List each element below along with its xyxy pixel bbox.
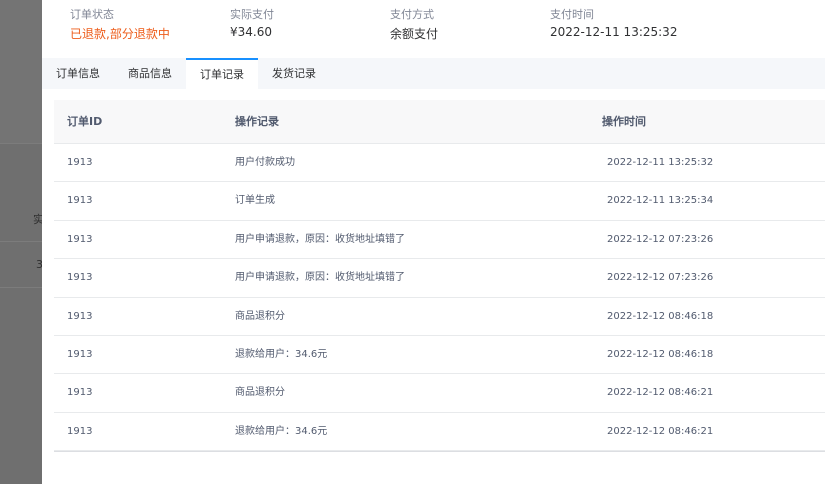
payment-method-value: 余额支付 [390, 27, 439, 41]
order-summary: 订单状态 已退款,部分退款中 实际支付 ¥34.60 支付方式 余额支付 支付时… [42, 0, 825, 58]
summary-label: 支付方式 [390, 8, 434, 21]
backdrop-divider [0, 241, 42, 242]
cell-time: 2022-12-11 13:25:32 [607, 157, 714, 168]
cell-order-id: 1913 [67, 387, 93, 399]
table-row[interactable]: 1913 用户申请退款，原因：收货地址填错了 2022-12-12 07:23:… [54, 221, 825, 260]
tab-shipping-records[interactable]: 发货记录 [258, 58, 330, 89]
cell-order-id: 1913 [67, 233, 93, 245]
cell-time: 2022-12-12 08:46:18 [607, 348, 714, 360]
cell-time: 2022-12-12 08:46:18 [607, 310, 714, 322]
cell-time: 2022-12-11 13:25:34 [607, 195, 714, 207]
table-header: 订单ID 操作记录 操作时间 [54, 100, 825, 144]
cell-order-id: 1913 [67, 310, 93, 322]
table-row[interactable]: 1913 订单生成 2022-12-11 13:25:34 [54, 182, 825, 221]
actual-payment-value: ¥34.60 [230, 25, 272, 39]
cell-action: 用户申请退款，原因：收货地址填错了 [235, 233, 405, 245]
cell-time: 2022-12-12 07:23:26 [607, 233, 714, 245]
summary-label: 实际支付 [230, 8, 274, 21]
column-header-time: 操作时间 [602, 115, 646, 128]
backdrop-divider [0, 287, 42, 288]
cell-order-id: 1913 [67, 348, 93, 360]
backdrop-divider [0, 143, 42, 144]
table-row[interactable]: 1913 用户付款成功 2022-12-11 13:25:32 [54, 144, 825, 183]
order-detail-drawer: 订单状态 已退款,部分退款中 实际支付 ¥34.60 支付方式 余额支付 支付时… [42, 0, 825, 484]
payment-time-value: 2022-12-11 13:25:32 [550, 25, 678, 39]
tab-order-info[interactable]: 订单信息 [42, 58, 114, 89]
table-row[interactable]: 1913 商品退积分 2022-12-12 08:46:18 [54, 298, 825, 336]
cell-action: 用户付款成功 [235, 157, 295, 168]
cell-time: 2022-12-12 07:23:26 [607, 272, 714, 284]
order-records-table: 订单ID 操作记录 操作时间 1913 用户付款成功 2022-12-11 13… [54, 100, 825, 453]
cell-time: 2022-12-12 08:46:21 [607, 425, 714, 437]
cell-action: 用户申请退款，原因：收货地址填错了 [235, 272, 405, 284]
column-header-action: 操作记录 [235, 115, 279, 128]
table-row[interactable]: 1913 退款给用户：34.6元 2022-12-12 08:46:21 [54, 413, 825, 452]
table-row[interactable]: 1913 退款给用户：34.6元 2022-12-12 08:46:18 [54, 336, 825, 375]
cell-order-id: 1913 [67, 195, 93, 207]
tab-order-records[interactable]: 订单记录 [186, 58, 258, 89]
cell-time: 2022-12-12 08:46:21 [607, 387, 714, 399]
detail-tabs: 订单信息 商品信息 订单记录 发货记录 [42, 58, 825, 89]
summary-label: 订单状态 [70, 8, 114, 21]
cell-action: 退款给用户：34.6元 [235, 425, 328, 437]
cell-action: 商品退积分 [235, 310, 285, 322]
backdrop-card [0, 0, 42, 143]
cell-order-id: 1913 [67, 157, 93, 168]
table-row[interactable]: 1913 用户申请退款，原因：收货地址填错了 2022-12-12 07:23:… [54, 259, 825, 298]
cell-order-id: 1913 [67, 272, 93, 284]
cell-order-id: 1913 [67, 425, 93, 437]
page-backdrop[interactable]: 实 3 [0, 0, 42, 484]
summary-label: 支付时间 [550, 8, 594, 21]
cell-action: 订单生成 [235, 195, 275, 207]
tab-product-info[interactable]: 商品信息 [114, 58, 186, 89]
column-header-order-id: 订单ID [67, 115, 103, 128]
backdrop-text-fragment: 实 [33, 213, 42, 226]
cell-action: 退款给用户：34.6元 [235, 348, 328, 360]
cell-action: 商品退积分 [235, 387, 285, 399]
order-status-value: 已退款,部分退款中 [70, 27, 170, 41]
table-row[interactable]: 1913 商品退积分 2022-12-12 08:46:21 [54, 374, 825, 413]
table-bottom-border [54, 451, 825, 453]
